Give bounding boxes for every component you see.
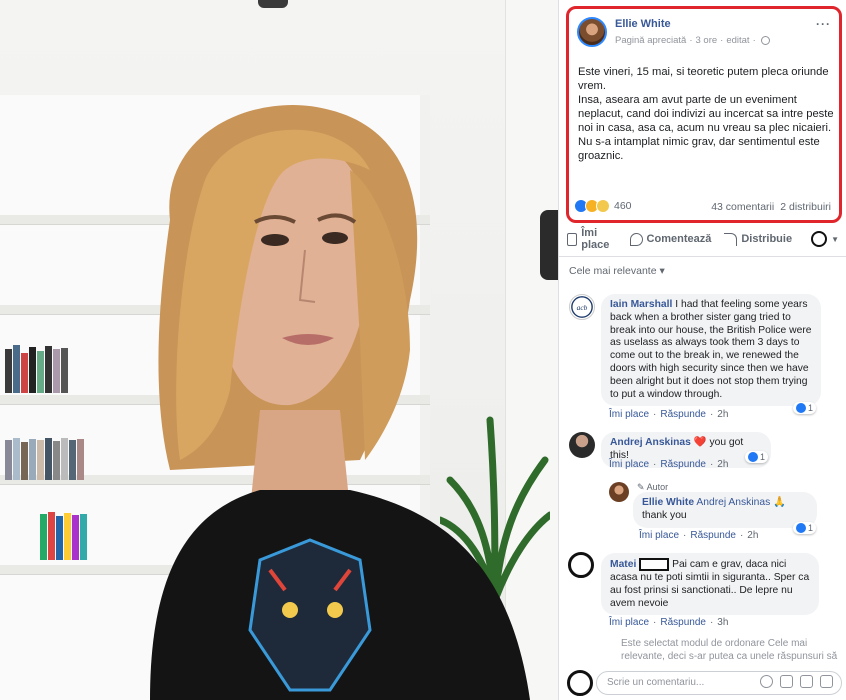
comment-reply-link[interactable]: Răspunde — [660, 459, 706, 470]
more-icon[interactable]: ··· — [816, 17, 831, 31]
pencil-icon: ✎ — [637, 482, 645, 492]
chevron-down-icon: ▼ — [831, 234, 839, 244]
meta-edited[interactable]: editat — [726, 35, 749, 46]
camera-icon[interactable] — [780, 675, 793, 688]
comments-count[interactable]: 43 comentarii — [711, 201, 774, 213]
comment-composer: Scrie un comentariu... — [559, 666, 846, 700]
like-reaction-icon — [748, 452, 758, 462]
post-text-line: Nu s-a intamplat nimic grav, dar sentime… — [578, 136, 820, 162]
composer-tools — [760, 675, 833, 688]
commenter-name[interactable]: Iain Marshall — [610, 299, 672, 310]
comment-reply-link[interactable]: Răspunde — [660, 617, 706, 628]
shares-count[interactable]: 2 distribuiri — [780, 201, 831, 213]
post-text-line: Este vineri, 15 mai, si teoretic putem p… — [578, 66, 829, 92]
meta-time[interactable]: 3 ore — [695, 35, 717, 46]
post-text: Este vineri, 15 mai, si teoretic putem p… — [578, 65, 836, 163]
post-sidebar: Ellie White Pagină apreciată · 3 ore · e… — [558, 0, 846, 700]
commenter-name[interactable]: Matei — [610, 559, 636, 570]
comment-actions: Îmi place · Răspunde · 3h — [609, 617, 729, 628]
audience-selector[interactable]: ▼ — [805, 231, 839, 247]
comment-actions: Îmi place · Răspunde · 2h — [609, 459, 729, 470]
woman-selfie — [150, 104, 530, 700]
comment-actions: Îmi place · Răspunde · 2h — [609, 409, 729, 420]
like-button[interactable]: Îmi place — [567, 227, 617, 251]
reply-text: thank you — [642, 509, 687, 521]
divider — [559, 256, 846, 257]
ceiling-lamp — [258, 0, 288, 8]
reply-time[interactable]: 2h — [747, 530, 758, 541]
reactions-summary[interactable]: 460 — [574, 199, 632, 213]
post-actions: Îmi place Comentează Distribuie ▼ — [567, 227, 839, 251]
reply-mention[interactable]: Andrej Anskinas — [696, 497, 770, 508]
reply-likes-chip[interactable]: 1 — [793, 522, 817, 534]
comment-bubble: Matei Pai cam e grav, daca nici acasa nu… — [601, 553, 819, 616]
redacted-avatar[interactable] — [568, 552, 594, 578]
author-name[interactable]: Ellie White — [615, 18, 671, 30]
commenter-avatar[interactable] — [569, 432, 595, 458]
comment-time[interactable]: 2h — [717, 409, 728, 420]
redaction-box — [639, 558, 670, 571]
like-icon — [567, 232, 578, 246]
reply-actions: Îmi place · Răspunde · 2h — [639, 530, 759, 541]
comment-like-link[interactable]: Îmi place — [609, 409, 649, 420]
share-icon — [724, 232, 738, 246]
meta-page: Pagină apreciată — [615, 35, 687, 46]
commenter-name[interactable]: Andrej Anskinas — [610, 437, 691, 448]
redaction-circle — [811, 231, 828, 247]
comment-likes-chip[interactable]: 1 — [745, 451, 769, 463]
post-photo[interactable] — [0, 0, 558, 700]
gif-icon[interactable] — [800, 675, 813, 688]
comment-like-link[interactable]: Îmi place — [609, 459, 649, 470]
reply-author-name[interactable]: Ellie White — [642, 497, 694, 508]
like-reaction-icon — [796, 403, 806, 413]
reply-bubble: Ellie White Andrej Anskinas 🙏 thank you — [633, 492, 817, 528]
reply-like-link[interactable]: Îmi place — [639, 530, 679, 541]
comment-sort-dropdown[interactable]: Cele mai relevante ▾ — [569, 265, 665, 277]
engagement-counts: 43 comentarii 2 distribuiri — [711, 201, 831, 213]
post-meta: Pagină apreciată · 3 ore · editat · — [615, 35, 770, 46]
comment-time[interactable]: 3h — [717, 617, 728, 628]
comment-likes-chip[interactable]: 1 — [793, 402, 817, 414]
comment-button[interactable]: Comentează — [629, 232, 711, 246]
share-button[interactable]: Distribuie — [724, 232, 792, 246]
comment-time[interactable]: 2h — [717, 459, 728, 470]
comment-bubble: Iain Marshall I had that feeling some ye… — [601, 294, 821, 407]
commenter-avatar[interactable]: acb — [569, 294, 595, 320]
reaction-count: 460 — [614, 200, 632, 212]
reply-avatar[interactable] — [609, 482, 629, 502]
reply-reply-link[interactable]: Răspunde — [690, 530, 736, 541]
pray-emoji: 🙏 — [773, 497, 786, 508]
heart-emoji: ❤️ — [693, 437, 707, 448]
like-reaction-icon — [796, 523, 806, 533]
sort-notice: Este selectat modul de ordonare Cele mai… — [621, 638, 838, 662]
comment-like-link[interactable]: Îmi place — [609, 617, 649, 628]
comment-reply-link[interactable]: Răspunde — [660, 409, 706, 420]
sad-reaction-icon — [596, 199, 610, 213]
lamp — [540, 210, 558, 280]
comment-text: I had that feeling some years back when … — [610, 299, 812, 400]
emoji-icon[interactable] — [760, 675, 773, 688]
post-header-card: Ellie White Pagină apreciată · 3 ore · e… — [566, 6, 842, 223]
redacted-avatar — [567, 670, 593, 696]
author-avatar[interactable] — [577, 17, 607, 47]
comment-icon — [629, 232, 643, 246]
globe-icon — [760, 36, 770, 45]
svg-text:acb: acb — [577, 303, 588, 312]
sticker-icon[interactable] — [820, 675, 833, 688]
post-text-line: Insa, aseara am avut parte de un evenime… — [578, 94, 834, 134]
